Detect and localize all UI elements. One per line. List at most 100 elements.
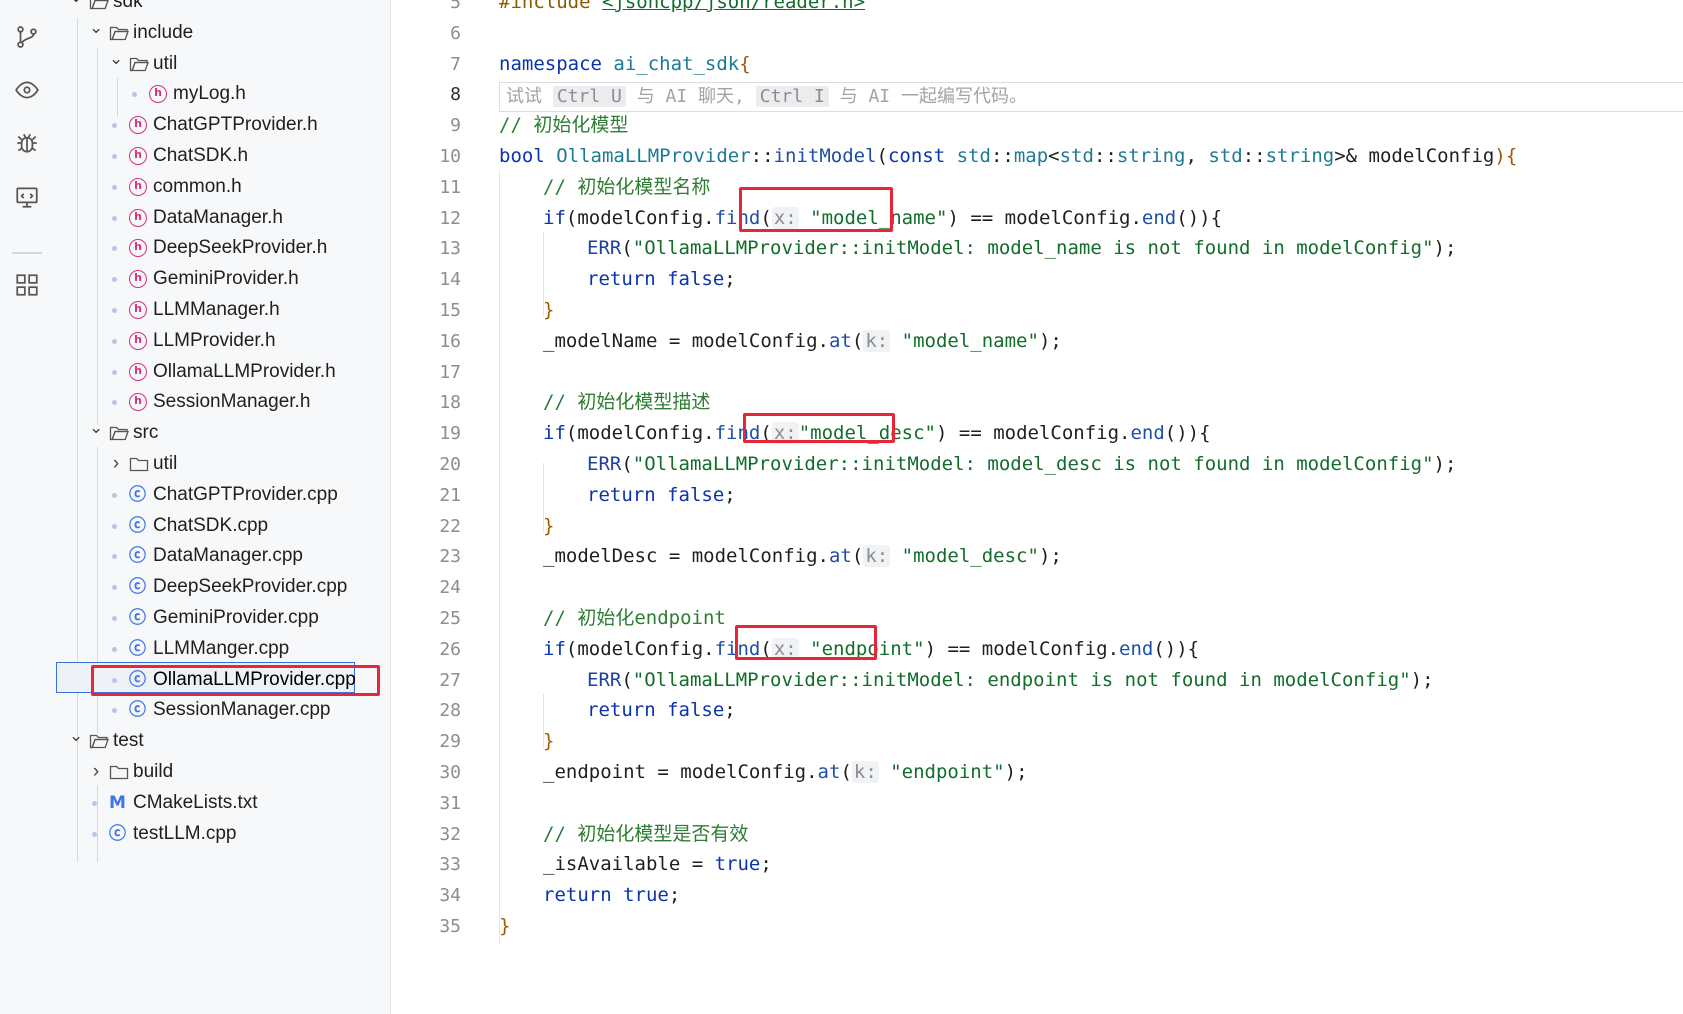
file-datamanager-cpp[interactable]: ⓒ DataManager.cpp [55, 540, 390, 572]
code-line[interactable]: ERR("OllamaLLMProvider::initModel: model… [587, 448, 1456, 481]
folder-sdk[interactable]: ⌄ sdk [55, 0, 390, 18]
folder-build[interactable]: › build [55, 756, 390, 788]
code-token: string [1265, 145, 1335, 167]
code-line[interactable]: return false; [587, 263, 736, 296]
tree-item-label: SessionManager.cpp [153, 699, 331, 721]
file-chatsdk-cpp[interactable]: ⓒ ChatSDK.cpp [55, 510, 390, 542]
code-editor[interactable]: 试试 Ctrl U 与 AI 聊天, Ctrl I 与 AI 一起编写代码。 5… [391, 0, 1683, 1014]
tree-bullet-icon [112, 646, 117, 652]
eye-icon[interactable] [10, 73, 44, 107]
tree-bullet-icon [112, 585, 117, 591]
debug-icon[interactable] [10, 126, 44, 160]
tree-item-label: CMakeLists.txt [133, 791, 258, 813]
chevron-down-icon[interactable]: ⌄ [69, 0, 83, 13]
code-token: ai_chat_sdk [613, 52, 740, 75]
code-line[interactable]: ERR("OllamaLLMProvider::initModel: model… [587, 232, 1456, 265]
line-number: 27 [439, 669, 461, 691]
code-line[interactable]: bool OllamaLLMProvider::initModel(const … [499, 140, 1517, 173]
code-token: ; [724, 699, 736, 722]
code-token: ); [1410, 668, 1434, 691]
file-cmakelists-txt[interactable]: M CMakeLists.txt [55, 787, 390, 819]
chevron-right-icon[interactable]: › [89, 756, 103, 788]
code-line[interactable]: ERR("OllamaLLMProvider::initModel: endpo… [587, 664, 1434, 697]
code-token: ( [876, 145, 888, 167]
folder-util[interactable]: ⌄ util [55, 48, 390, 80]
file-chatsdk-h[interactable]: h ChatSDK.h [55, 140, 390, 172]
code-line[interactable]: } [543, 294, 554, 327]
file-common-h[interactable]: h common.h [55, 171, 390, 203]
code-line[interactable]: // 初始化模型是否有效 [543, 818, 748, 851]
folder-src[interactable]: ⌄ src [55, 417, 390, 449]
file-llmmanager-h[interactable]: h LLMManager.h [55, 294, 390, 326]
file-geminiprovider-h[interactable]: h GeminiProvider.h [55, 263, 390, 295]
file-geminiprovider-cpp[interactable]: ⓒ GeminiProvider.cpp [55, 602, 390, 634]
source-control-icon[interactable] [10, 20, 44, 54]
code-line[interactable]: } [543, 725, 554, 758]
file-llmmanger-cpp[interactable]: ⓒ LLMManger.cpp [55, 633, 390, 665]
header-file-icon: h [129, 116, 147, 135]
code-line[interactable]: // 初始化模型名称 [543, 171, 710, 204]
chevron-down-icon[interactable]: ⌄ [89, 12, 103, 44]
chevron-right-icon[interactable]: › [109, 448, 123, 480]
tree-item-label: common.h [153, 175, 242, 197]
code-token: if [543, 637, 566, 660]
file-testllm-cpp[interactable]: ⓒ testLLM.cpp [55, 818, 390, 850]
tree-bullet-icon [112, 246, 117, 252]
folder-icon [89, 0, 109, 10]
code-line[interactable]: _modelDesc = modelConfig.at(k: "model_de… [543, 540, 1062, 573]
code-line[interactable]: // 初始化模型描述 [543, 386, 710, 419]
header-file-icon: h [129, 393, 147, 412]
file-sessionmanager-cpp[interactable]: ⓒ SessionManager.cpp [55, 694, 390, 726]
code-line[interactable]: // 初始化模型 [499, 109, 628, 142]
folder-include[interactable]: ⌄ include [55, 17, 390, 49]
code-line[interactable]: } [499, 910, 510, 943]
code-line[interactable]: } [543, 510, 554, 543]
code-line[interactable]: _endpoint = modelConfig.at(k: "endpoint"… [543, 756, 1028, 789]
file-datamanager-h[interactable]: h DataManager.h [55, 202, 390, 234]
line-number: 16 [439, 330, 461, 352]
line-number: 30 [439, 762, 461, 783]
line-number: 19 [439, 423, 461, 445]
code-token: // 初始化endpoint [543, 607, 726, 629]
chevron-down-icon[interactable]: ⌄ [109, 43, 123, 75]
file-mylog-h[interactable]: h myLog.h [55, 78, 390, 110]
file-deepseekprovider-cpp[interactable]: ⓒ DeepSeekProvider.cpp [55, 571, 390, 603]
tree-bullet-icon [92, 831, 97, 837]
line-number: 28 [439, 700, 461, 722]
folder-test[interactable]: ⌄ test [55, 725, 390, 757]
code-token: ERR [587, 237, 622, 260]
code-token: (modelConfig. [565, 422, 715, 445]
tree-item-label: sdk [113, 0, 143, 12]
code-token: bool [499, 145, 557, 167]
extensions-icon[interactable] [10, 268, 44, 302]
code-line[interactable]: return true; [543, 879, 680, 912]
chevron-down-icon[interactable]: ⌄ [69, 720, 83, 752]
tree-item-label: src [133, 422, 159, 444]
file-llmprovider-h[interactable]: h LLMProvider.h [55, 325, 390, 357]
code-line[interactable]: #include <jsoncpp/json/reader.h> [499, 0, 865, 19]
code-line[interactable]: return false; [587, 479, 736, 512]
tree-item-label: include [133, 21, 194, 43]
code-line[interactable]: _isAvailable = true; [543, 848, 772, 881]
file-chatgptprovider-h[interactable]: h ChatGPTProvider.h [55, 109, 390, 141]
cmake-file-icon: M [109, 792, 126, 813]
file-deepseekprovider-h[interactable]: h DeepSeekProvider.h [55, 232, 390, 264]
code-line[interactable]: return false; [587, 694, 736, 727]
line-number: 6 [450, 22, 461, 44]
chevron-down-icon[interactable]: ⌄ [89, 412, 103, 444]
file-ollamallmprovider-h[interactable]: h OllamaLLMProvider.h [55, 356, 390, 388]
code-line[interactable]: namespace ai_chat_sdk{ [499, 48, 751, 81]
code-token: #include [499, 0, 602, 13]
line-number: 13 [439, 238, 461, 260]
tree-item-label: ChatSDK.h [153, 145, 249, 166]
tree-bullet-icon [112, 338, 117, 344]
code-line[interactable]: _modelName = modelConfig.at(k: "model_na… [543, 325, 1062, 358]
file-sessionmanager-h[interactable]: h SessionManager.h [55, 386, 390, 418]
file-chatgptprovider-cpp[interactable]: ⓒ ChatGPTProvider.cpp [55, 479, 390, 511]
code-line[interactable]: // 初始化endpoint [543, 602, 726, 635]
code-token: ()){ [1153, 637, 1200, 660]
code-token: ); [1433, 237, 1457, 260]
folder-util[interactable]: › util [55, 448, 390, 480]
remote-explorer-icon[interactable] [10, 180, 44, 214]
